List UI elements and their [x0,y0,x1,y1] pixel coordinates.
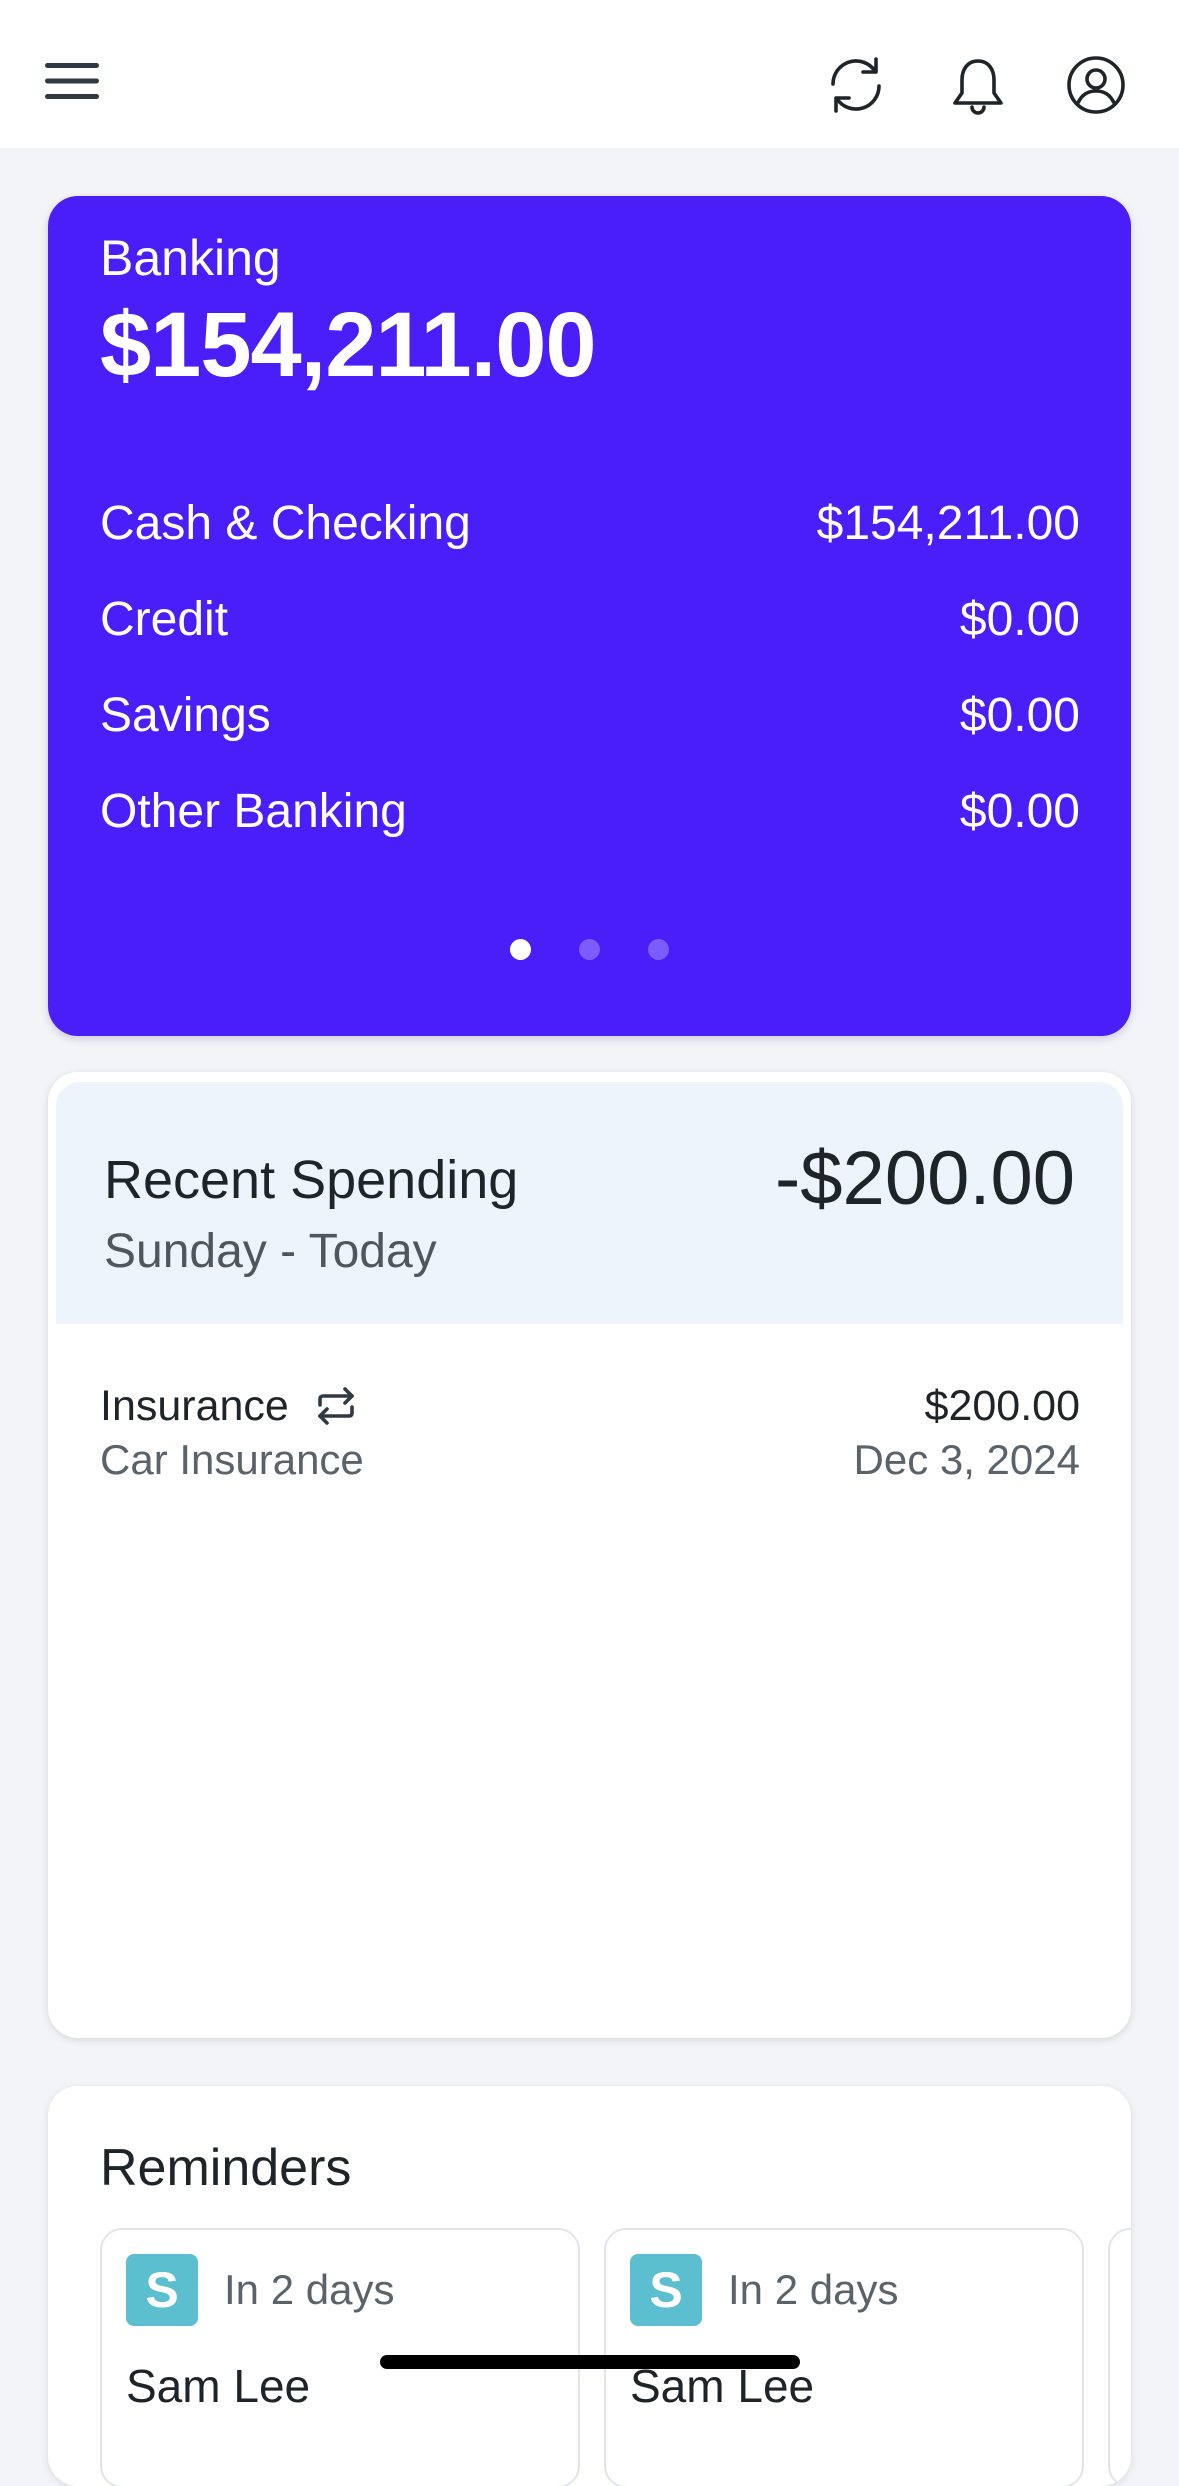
transaction-row[interactable]: Insurance Car Insurance $200.00 Dec 3, 2… [100,1372,1080,1492]
row-value: $154,211.00 [816,497,1080,550]
recent-spending-card[interactable]: Recent Spending Sunday - Today -$200.00 … [48,1072,1131,2038]
page-dot-1[interactable] [510,939,531,960]
carousel-pagination [48,939,1131,960]
reminders-title: Reminders [100,2139,352,2197]
row-label: Cash & Checking [100,497,471,550]
recent-spending-header: Recent Spending Sunday - Today -$200.00 [56,1082,1123,1324]
banking-row-cash-checking: Cash & Checking $154,211.00 [100,494,1080,590]
row-label: Other Banking [100,785,407,838]
row-value: $0.00 [959,689,1080,742]
recent-spending-title: Recent Spending [104,1150,519,1210]
bell-icon [953,59,1003,115]
reminders-card: Reminders S In 2 days Sam Lee S In 2 day… [48,2086,1131,2486]
sync-icon [831,57,881,113]
reminder-item-partial[interactable] [1108,2228,1131,2486]
banking-total: $154,211.00 [100,294,597,396]
menu-button[interactable] [26,40,118,122]
sync-button[interactable] [810,40,902,130]
banking-summary-card[interactable]: Banking $154,211.00 Cash & Checking $154… [48,196,1131,1036]
user-icon [1067,56,1125,114]
banking-row-other: Other Banking $0.00 [100,782,1080,878]
transaction-category: Insurance [100,1382,289,1430]
row-value: $0.00 [959,785,1080,838]
reminder-due: In 2 days [728,2266,899,2313]
banking-breakdown: Cash & Checking $154,211.00 Credit $0.00… [100,494,1080,878]
top-app-bar [0,0,1179,148]
reminder-due: In 2 days [224,2266,395,2313]
transaction-description: Car Insurance [100,1436,364,1483]
recurring-icon [318,1387,354,1425]
banking-row-savings: Savings $0.00 [100,686,1080,782]
reminder-name: Sam Lee [126,2360,311,2412]
row-value: $0.00 [959,593,1080,646]
banking-row-credit: Credit $0.00 [100,590,1080,686]
transaction-date: Dec 3, 2024 [853,1436,1081,1483]
recent-spending-total: -$200.00 [774,1136,1075,1221]
notifications-button[interactable] [932,40,1024,130]
menu-icon [45,63,99,99]
row-label: Savings [100,689,271,742]
home-indicator [380,2355,800,2369]
avatar: S [126,2254,198,2326]
row-label: Credit [100,593,229,646]
transaction-amount: $200.00 [924,1382,1080,1430]
page-dot-3[interactable] [648,939,669,960]
recent-spending-range: Sunday - Today [104,1225,437,1278]
banking-title: Banking [100,230,281,286]
page-dot-2[interactable] [579,939,600,960]
avatar: S [630,2254,702,2326]
account-button[interactable] [1050,40,1142,130]
